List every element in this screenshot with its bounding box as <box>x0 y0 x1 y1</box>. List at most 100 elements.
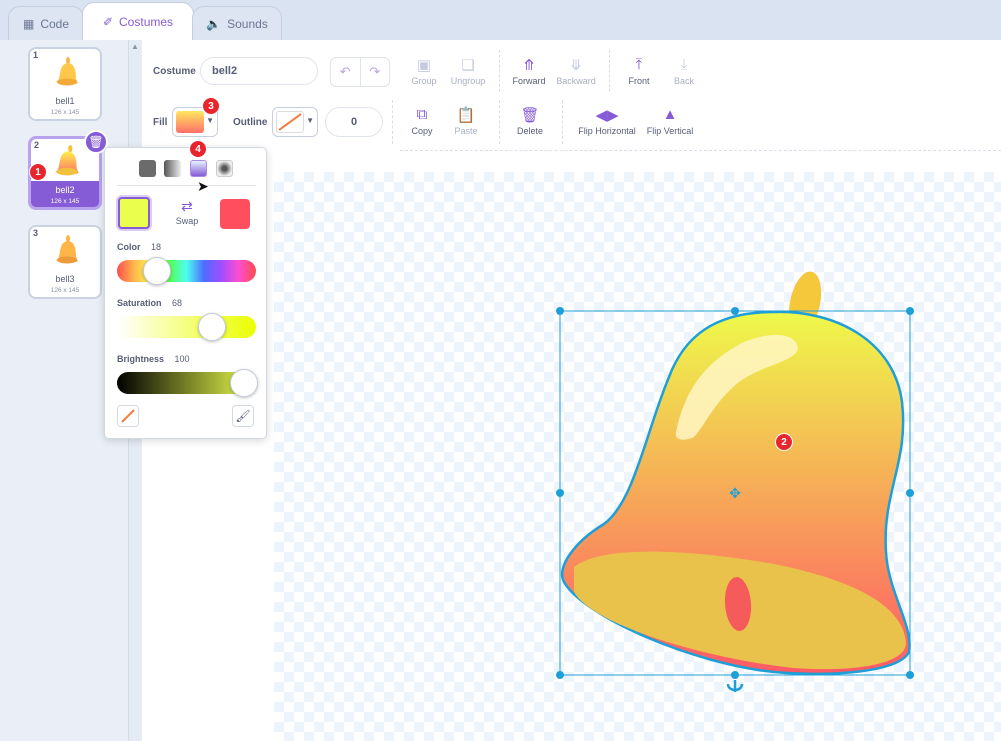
saturation-value: 68 <box>172 298 183 308</box>
backward-icon: ⤋ <box>569 57 583 74</box>
costume-size: 126 x 145 <box>50 109 80 116</box>
costume-name: bell3 <box>55 274 75 284</box>
back-button[interactable]: ⤓ Back <box>666 56 702 86</box>
brightness-slider[interactable] <box>117 369 258 397</box>
costume-number: 3 <box>33 228 39 238</box>
chevron-down-icon: ▼ <box>206 116 214 125</box>
costume-name-input[interactable]: bell2 <box>200 57 318 85</box>
copy-label: Copy <box>411 126 433 136</box>
brightness-value: 100 <box>174 354 190 364</box>
vertical-gradient-mode-button[interactable] <box>190 160 207 177</box>
drawing-canvas[interactable]: ✥ <box>274 172 1001 741</box>
bell-drawing[interactable]: ✥ <box>274 172 1001 741</box>
no-color-icon <box>121 409 135 423</box>
code-icon: ▦ <box>22 16 35 31</box>
tab-code-label: Code <box>40 16 70 31</box>
costume-item-bell3[interactable]: 3 bell3 126 x 145 <box>28 225 102 299</box>
outline-color-button[interactable]: ▼ <box>272 107 318 137</box>
paste-button[interactable]: 📋 Paste <box>448 106 484 136</box>
undo-redo-group: ↶ ↷ <box>330 57 390 87</box>
fill-swatch <box>176 111 204 133</box>
bell-icon <box>55 145 79 176</box>
costume-number: 1 <box>33 50 39 60</box>
trash-icon: 🗑 <box>520 107 540 124</box>
costume-label: Costume <box>153 66 196 77</box>
annotation-badge-3: 3 <box>202 97 220 115</box>
annotation-badge-1: 1 <box>29 163 47 181</box>
undo-icon: ↶ <box>339 64 351 79</box>
tab-bar: ▦ Code ✐ Costumes 🔈 Sounds <box>0 0 1001 40</box>
horizontal-gradient-mode-button[interactable] <box>164 160 181 177</box>
undo-button[interactable]: ↶ <box>331 58 361 86</box>
redo-button[interactable]: ↷ <box>361 58 390 86</box>
front-icon: ⤒ <box>635 56 643 73</box>
forward-label: Forward <box>512 76 546 86</box>
bell-icon <box>56 57 78 86</box>
eyedropper-button[interactable]: 🖌 <box>232 405 254 427</box>
tab-costumes-label: Costumes <box>119 14 174 29</box>
ungroup-label: Ungroup <box>450 76 486 86</box>
flip-horizontal-icon: ◀▶ <box>595 107 619 124</box>
outline-label: Outline <box>233 117 268 128</box>
swap-button[interactable]: ⇄ Swap <box>172 198 202 226</box>
paste-icon: 📋 <box>456 107 476 124</box>
second-color-swatch[interactable] <box>220 199 250 229</box>
delete-label: Delete <box>516 126 543 136</box>
flip-vertical-icon: ▲ <box>662 106 678 123</box>
scroll-up-icon[interactable]: ▲ <box>131 42 139 51</box>
copy-button[interactable]: ⧉ Copy <box>404 106 440 136</box>
speaker-icon: 🔈 <box>206 16 222 31</box>
annotation-badge-2: 2 <box>775 433 793 451</box>
no-color-button[interactable] <box>117 405 139 427</box>
annotation-badge-4: 4 <box>189 140 207 158</box>
flip-vertical-button[interactable]: ▲ Flip Vertical <box>643 106 697 136</box>
brush-icon: ✐ <box>102 14 114 29</box>
bell-icon <box>56 235 78 264</box>
redo-icon: ↷ <box>369 64 381 79</box>
costume-name: bell1 <box>55 96 75 106</box>
group-label: Group <box>411 76 437 86</box>
costume-size: 126 x 145 <box>50 198 80 205</box>
copy-icon: ⧉ <box>416 106 428 123</box>
fill-color-popover: ⇄ Swap Color 18 Saturation 68 Brightness… <box>104 147 267 439</box>
swap-icon: ⇄ <box>181 198 193 214</box>
solid-fill-mode-button[interactable] <box>139 160 156 177</box>
no-color-swatch <box>276 111 304 133</box>
back-icon: ⤓ <box>680 56 688 73</box>
ungroup-button[interactable]: ❏ Ungroup <box>446 56 490 86</box>
swap-label: Swap <box>175 216 199 226</box>
saturation-slider[interactable] <box>117 313 256 341</box>
costume-item-bell1[interactable]: 1 bell1 126 x 145 <box>28 47 102 121</box>
svg-text:✥: ✥ <box>729 486 741 502</box>
color-slider[interactable] <box>117 257 256 285</box>
color-slider-handle[interactable] <box>143 257 171 285</box>
radial-gradient-mode-button[interactable] <box>216 160 233 177</box>
color-value: 18 <box>151 242 162 252</box>
ungroup-icon: ❏ <box>461 57 475 74</box>
saturation-slider-handle[interactable] <box>198 313 226 341</box>
costume-name: bell2 <box>55 185 75 195</box>
paste-label: Paste <box>454 126 478 136</box>
backward-button[interactable]: ⤋ Backward <box>553 56 599 86</box>
tab-costumes[interactable]: ✐ Costumes <box>82 2 194 40</box>
group-icon: ▣ <box>416 57 432 74</box>
forward-icon: ⤊ <box>522 57 536 74</box>
brightness-slider-handle[interactable] <box>230 369 258 397</box>
front-button[interactable]: ⤒ Front <box>621 56 657 86</box>
delete-button[interactable]: 🗑 Delete <box>512 106 548 136</box>
forward-button[interactable]: ⤊ Forward <box>509 56 549 86</box>
outline-width-input[interactable]: 0 <box>325 107 383 137</box>
tab-code[interactable]: ▦ Code <box>8 6 84 40</box>
flip-vertical-label: Flip Vertical <box>646 126 694 136</box>
trash-icon: 🗑 <box>88 135 104 149</box>
flip-horizontal-label: Flip Horizontal <box>578 126 636 136</box>
tab-sounds-label: Sounds <box>227 16 268 31</box>
first-color-swatch[interactable] <box>118 197 150 229</box>
costume-size: 126 x 145 <box>50 287 80 294</box>
front-label: Front <box>628 76 650 86</box>
group-button[interactable]: ▣ Group <box>404 56 444 86</box>
flip-horizontal-button[interactable]: ◀▶ Flip Horizontal <box>574 106 640 136</box>
color-slider-label: Color <box>117 242 141 252</box>
fill-label: Fill <box>153 117 168 128</box>
tab-sounds[interactable]: 🔈 Sounds <box>192 6 282 40</box>
